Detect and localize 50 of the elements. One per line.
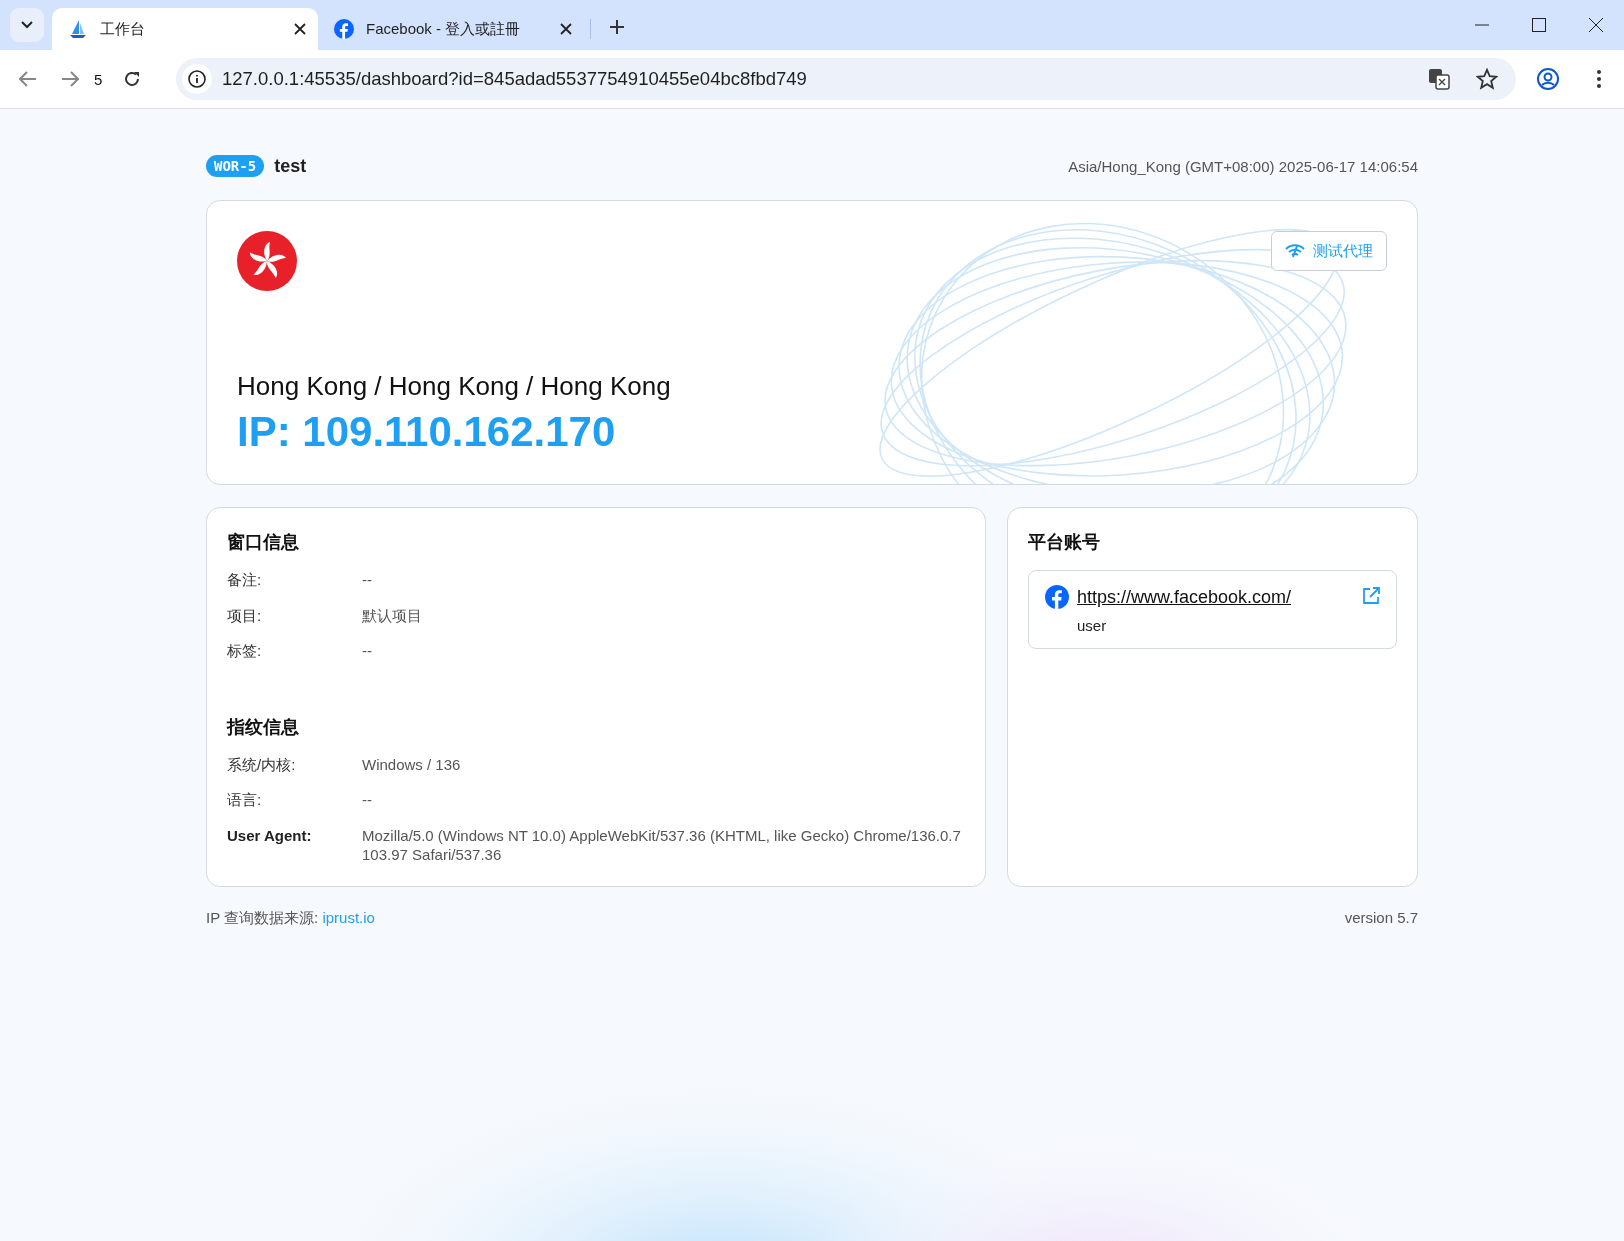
sailboat-icon bbox=[68, 19, 88, 39]
section-title: 窗口信息 bbox=[227, 531, 300, 554]
source-label: IP 查询数据来源: bbox=[206, 909, 320, 928]
info-icon[interactable] bbox=[188, 70, 206, 88]
field-label: 系统/内核: bbox=[227, 754, 297, 774]
browser-tab[interactable]: 工作台 bbox=[52, 8, 318, 50]
forward-arrow-icon bbox=[61, 71, 79, 87]
id-badge: WOR-5 bbox=[206, 155, 265, 177]
close-icon[interactable] bbox=[560, 23, 572, 35]
reload-icon bbox=[123, 70, 141, 88]
external-link-icon[interactable] bbox=[1362, 587, 1380, 605]
facebook-icon bbox=[1045, 585, 1069, 609]
flag-icon bbox=[237, 231, 297, 291]
location-text: Hong Kong / Hong Kong / Hong Kong bbox=[237, 371, 672, 402]
field-label: User Agent: bbox=[227, 825, 313, 846]
browser-tab[interactable]: Facebook - 登入或註冊 bbox=[318, 8, 584, 50]
chevron-down-icon bbox=[21, 21, 33, 29]
field-label: 项目: bbox=[227, 605, 263, 625]
address-bar[interactable]: 127.0.0.1:45535/dashboard?id=845adad5537754910455e04bc8fbd749 bbox=[176, 58, 1516, 100]
close-icon bbox=[1588, 18, 1603, 32]
plus-icon bbox=[609, 19, 625, 35]
account-user: user bbox=[1077, 617, 1108, 634]
field-label: 语言: bbox=[227, 790, 263, 810]
maximize-icon bbox=[1531, 18, 1546, 32]
profile-icon[interactable] bbox=[1536, 67, 1560, 91]
minimize-icon bbox=[1474, 24, 1489, 26]
field-value: Mozilla/5.0 (Windows NT 10.0) AppleWebKit/537.36 (KHTML, like Gecko) Chrome/136.0.7103.97 Safari/537.36 bbox=[362, 825, 962, 865]
translate-icon[interactable] bbox=[1428, 68, 1450, 90]
facebook-icon bbox=[334, 19, 354, 39]
profile-name: test bbox=[274, 155, 307, 177]
timezone-time: Asia/Hong_Kong (GMT+08:00) 2025-06-17 14:06:54 bbox=[1068, 157, 1418, 175]
field-value: 默认项目 bbox=[362, 605, 422, 625]
wifi-icon bbox=[1285, 244, 1305, 258]
field-value: -- bbox=[362, 641, 372, 661]
tab-search-button[interactable] bbox=[10, 8, 44, 42]
account-link[interactable]: https://www.facebook.com/ bbox=[1077, 586, 1292, 608]
version-text: version 5.7 bbox=[1344, 909, 1418, 928]
field-value: Windows / 136 bbox=[362, 754, 461, 774]
back-arrow-icon bbox=[19, 71, 37, 87]
field-label: 标签: bbox=[227, 641, 263, 661]
field-value: -- bbox=[362, 790, 372, 810]
close-icon[interactable] bbox=[294, 23, 306, 35]
ip-address: IP: 109.110.162.170 bbox=[237, 408, 617, 456]
section-title: 指纹信息 bbox=[227, 715, 300, 739]
menu-icon[interactable] bbox=[1596, 69, 1602, 89]
field-label: 备注: bbox=[227, 570, 263, 590]
field-value: -- bbox=[362, 570, 372, 590]
star-icon[interactable] bbox=[1476, 68, 1498, 90]
history-count: 5 bbox=[94, 70, 104, 88]
section-title: 平台账号 bbox=[1028, 531, 1101, 554]
